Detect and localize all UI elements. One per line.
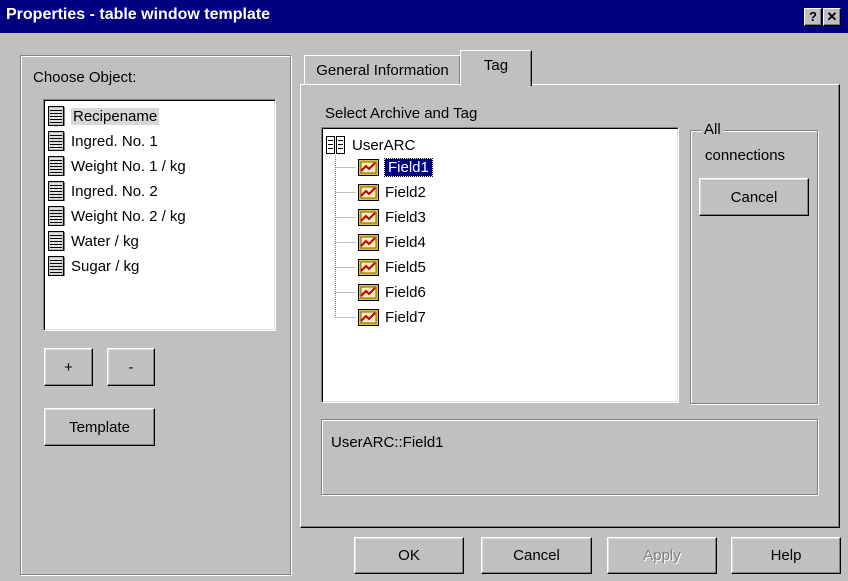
add-object-button[interactable]: +	[44, 348, 93, 386]
apply-button[interactable]: Apply	[607, 537, 717, 574]
object-list-item-label: Weight No. 1 / kg	[71, 157, 186, 175]
object-list-item-label: Weight No. 2 / kg	[71, 207, 186, 225]
tag-field-icon	[358, 158, 379, 176]
tag-field-icon	[358, 308, 379, 326]
choose-object-label: Choose Object:	[33, 69, 137, 86]
tree-item-field-label: Field3	[385, 208, 426, 226]
object-list-item[interactable]: Water / kg	[48, 229, 139, 253]
tab-tag-label: Tag	[483, 57, 509, 74]
object-list-item-label: Ingred. No. 2	[71, 182, 158, 200]
all-connections-group	[690, 130, 818, 404]
tree-item-field[interactable]: Field7	[358, 305, 426, 329]
table-column-icon	[48, 231, 65, 251]
tag-field-icon	[358, 258, 379, 276]
tree-item-field-label: Field4	[385, 233, 426, 251]
tag-field-icon	[358, 233, 379, 251]
ok-button[interactable]: OK	[354, 537, 464, 574]
object-list-item-label: Sugar / kg	[71, 257, 140, 275]
archive-icon	[326, 135, 346, 155]
connections-label: connections	[705, 147, 786, 164]
tag-field-icon	[358, 183, 379, 201]
tree-item-field[interactable]: Field6	[358, 280, 426, 304]
tree-item-field[interactable]: Field5	[358, 255, 426, 279]
select-archive-label: Select Archive and Tag	[325, 105, 478, 122]
tag-field-icon	[358, 208, 379, 226]
tree-item-field[interactable]: Field1	[358, 155, 433, 179]
tree-item-field-label: Field2	[385, 183, 426, 201]
apply-label: Apply	[643, 547, 681, 564]
table-column-icon	[48, 256, 65, 276]
tree-item-field-label: Field6	[385, 283, 426, 301]
template-label: Template	[69, 418, 130, 436]
object-list-item[interactable]: Recipename	[48, 104, 160, 128]
connections-cancel-button[interactable]: Cancel	[699, 178, 809, 216]
object-list-item-label: Recipename	[71, 107, 160, 125]
object-list-item[interactable]: Ingred. No. 2	[48, 179, 158, 203]
tree-item-field-label: Field7	[385, 308, 426, 326]
object-list-item-label: Ingred. No. 1	[71, 132, 158, 150]
archive-tag-tree[interactable]: UserARC Field1 Field2 Field3 Field4 Field5 Fie…	[321, 127, 679, 403]
object-list-item[interactable]: Weight No. 2 / kg	[48, 204, 186, 228]
window-title: Properties - table window template	[6, 6, 271, 23]
selection-display-box	[321, 419, 818, 495]
tag-field-icon	[358, 283, 379, 301]
help-footer-button[interactable]: Help	[731, 537, 841, 574]
object-list-item[interactable]: Ingred. No. 1	[48, 129, 158, 153]
tab-tag[interactable]: Tag	[460, 50, 532, 86]
tree-item-field[interactable]: Field3	[358, 205, 426, 229]
tab-general-information-label: General Information	[316, 62, 449, 79]
remove-object-button[interactable]: -	[107, 348, 155, 386]
remove-object-label: -	[128, 358, 134, 376]
table-column-icon	[48, 181, 65, 201]
tab-general-information[interactable]: General Information	[304, 55, 461, 85]
title-bar[interactable]: Properties - table window template ? ✕	[0, 0, 848, 33]
archive-label: UserARC	[352, 136, 416, 154]
tree-item-archive[interactable]: UserARC	[326, 133, 415, 157]
cancel-label: Cancel	[513, 547, 560, 564]
table-column-icon	[48, 106, 65, 126]
add-object-label: +	[64, 358, 73, 376]
tree-item-field[interactable]: Field4	[358, 230, 426, 254]
table-column-icon	[48, 156, 65, 176]
tree-item-field-label: Field1	[384, 157, 433, 177]
template-button[interactable]: Template	[44, 408, 155, 446]
tree-item-field[interactable]: Field2	[358, 180, 426, 204]
object-list-item-label: Water / kg	[71, 232, 139, 250]
help-button[interactable]: ?	[804, 8, 822, 26]
object-list[interactable]: Recipename Ingred. No. 1 Weight No. 1 / kg…	[43, 99, 276, 331]
cancel-button[interactable]: Cancel	[481, 537, 592, 574]
ok-label: OK	[398, 547, 420, 564]
help-footer-label: Help	[770, 547, 802, 564]
table-column-icon	[48, 206, 65, 226]
close-button[interactable]: ✕	[823, 8, 841, 26]
tree-item-field-label: Field5	[385, 258, 426, 276]
selection-display-text: UserARC::Field1	[331, 434, 444, 451]
all-connections-group-title: All	[702, 121, 723, 138]
object-list-item[interactable]: Weight No. 1 / kg	[48, 154, 186, 178]
connections-cancel-label: Cancel	[730, 188, 778, 206]
table-column-icon	[48, 131, 65, 151]
object-list-item[interactable]: Sugar / kg	[48, 254, 139, 278]
